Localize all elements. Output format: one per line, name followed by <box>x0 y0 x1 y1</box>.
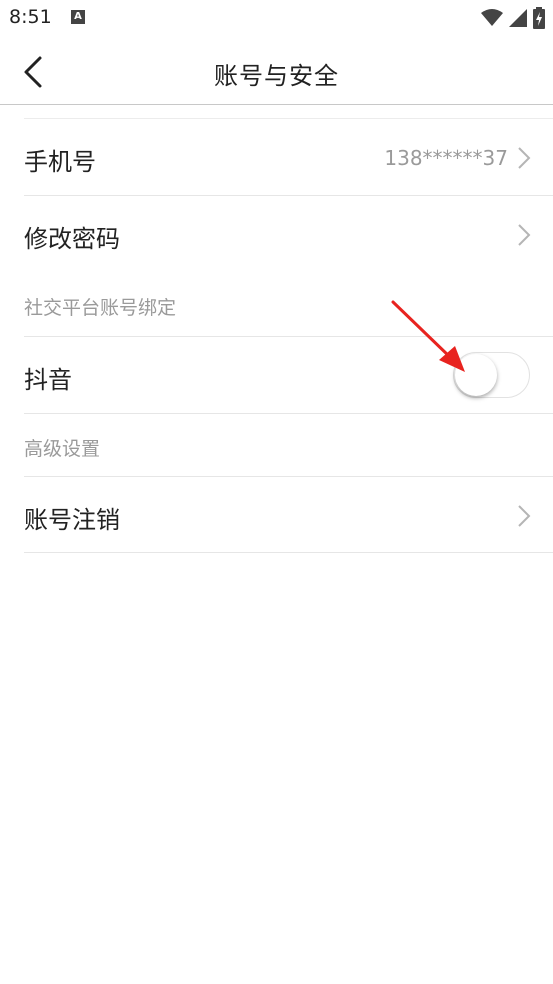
chevron-right-icon <box>518 224 531 246</box>
cancel-account-row[interactable]: 账号注销 <box>24 478 553 554</box>
page-title: 账号与安全 <box>214 62 339 90</box>
divider <box>24 195 553 196</box>
divider <box>24 476 553 477</box>
annotation-arrow-icon <box>391 300 465 372</box>
notification-icon: A <box>71 10 85 24</box>
chevron-right-icon <box>518 147 531 169</box>
status-bar: 8:51 A <box>0 0 553 38</box>
header: 账号与安全 <box>0 38 553 104</box>
change-password-label: 修改密码 <box>24 225 120 253</box>
phone-number-label: 手机号 <box>24 148 96 176</box>
wifi-icon <box>481 9 503 26</box>
battery-icon <box>533 7 545 29</box>
header-divider <box>0 104 553 105</box>
phone-number-row[interactable]: 手机号 138******37 <box>24 120 553 196</box>
change-password-row[interactable]: 修改密码 <box>24 197 553 273</box>
cancel-account-label: 账号注销 <box>24 506 120 534</box>
phone-number-value: 138******37 <box>384 146 508 170</box>
douyin-label: 抖音 <box>24 366 72 394</box>
divider <box>24 552 553 553</box>
signal-icon <box>509 9 527 27</box>
divider <box>24 413 553 414</box>
status-icons <box>481 6 545 30</box>
status-time: 8:51 <box>9 6 52 28</box>
section-label-social-binding: 社交平台账号绑定 <box>24 297 177 319</box>
chevron-right-icon <box>518 505 531 527</box>
section-label-advanced: 高级设置 <box>24 438 101 460</box>
divider <box>24 118 553 119</box>
